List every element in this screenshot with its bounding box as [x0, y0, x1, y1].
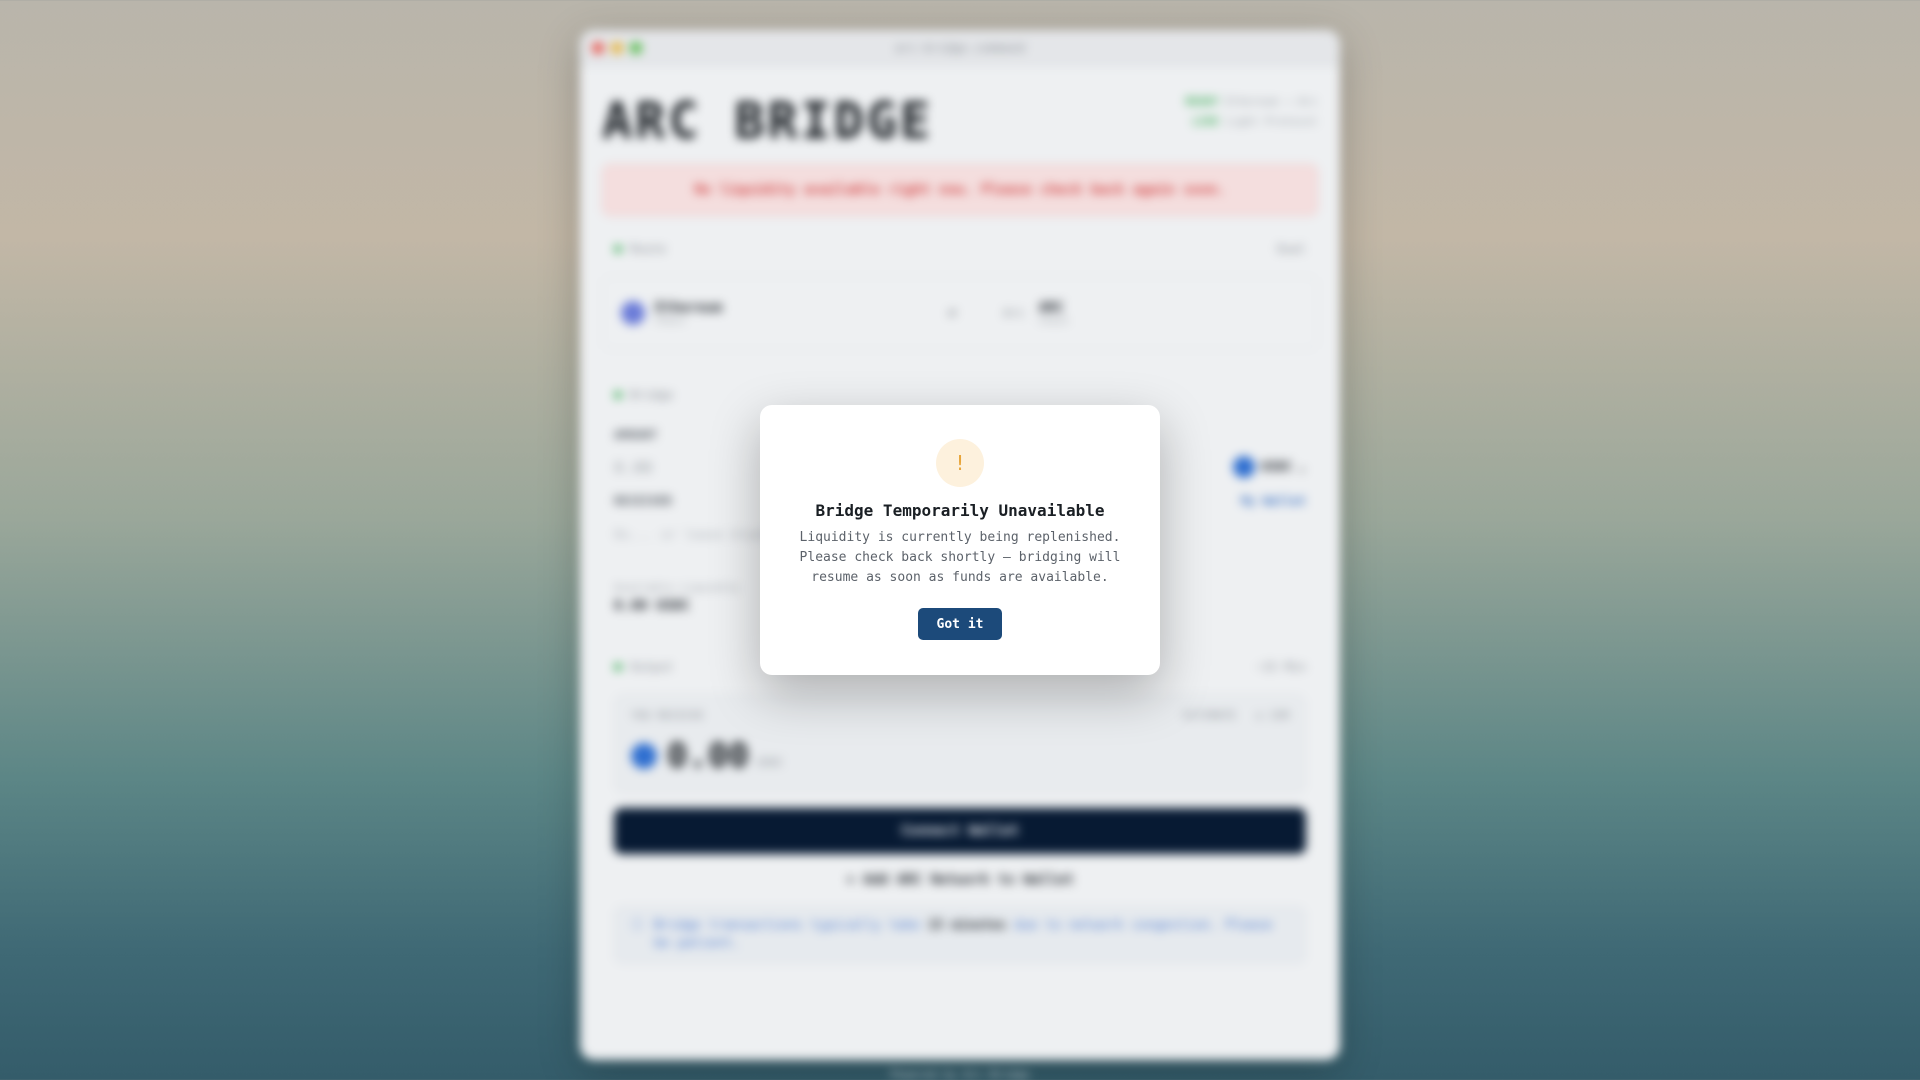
modal-overlay: ! Bridge Temporarily Unavailable Liquidi…	[0, 0, 1920, 1080]
unavailable-dialog: ! Bridge Temporarily Unavailable Liquidi…	[760, 405, 1160, 675]
dialog-message: Liquidity is currently being replenished…	[799, 530, 1121, 585]
dialog-title: Bridge Temporarily Unavailable	[815, 501, 1105, 520]
got-it-button[interactable]: Got it	[918, 608, 1002, 640]
warning-icon: !	[936, 439, 984, 487]
